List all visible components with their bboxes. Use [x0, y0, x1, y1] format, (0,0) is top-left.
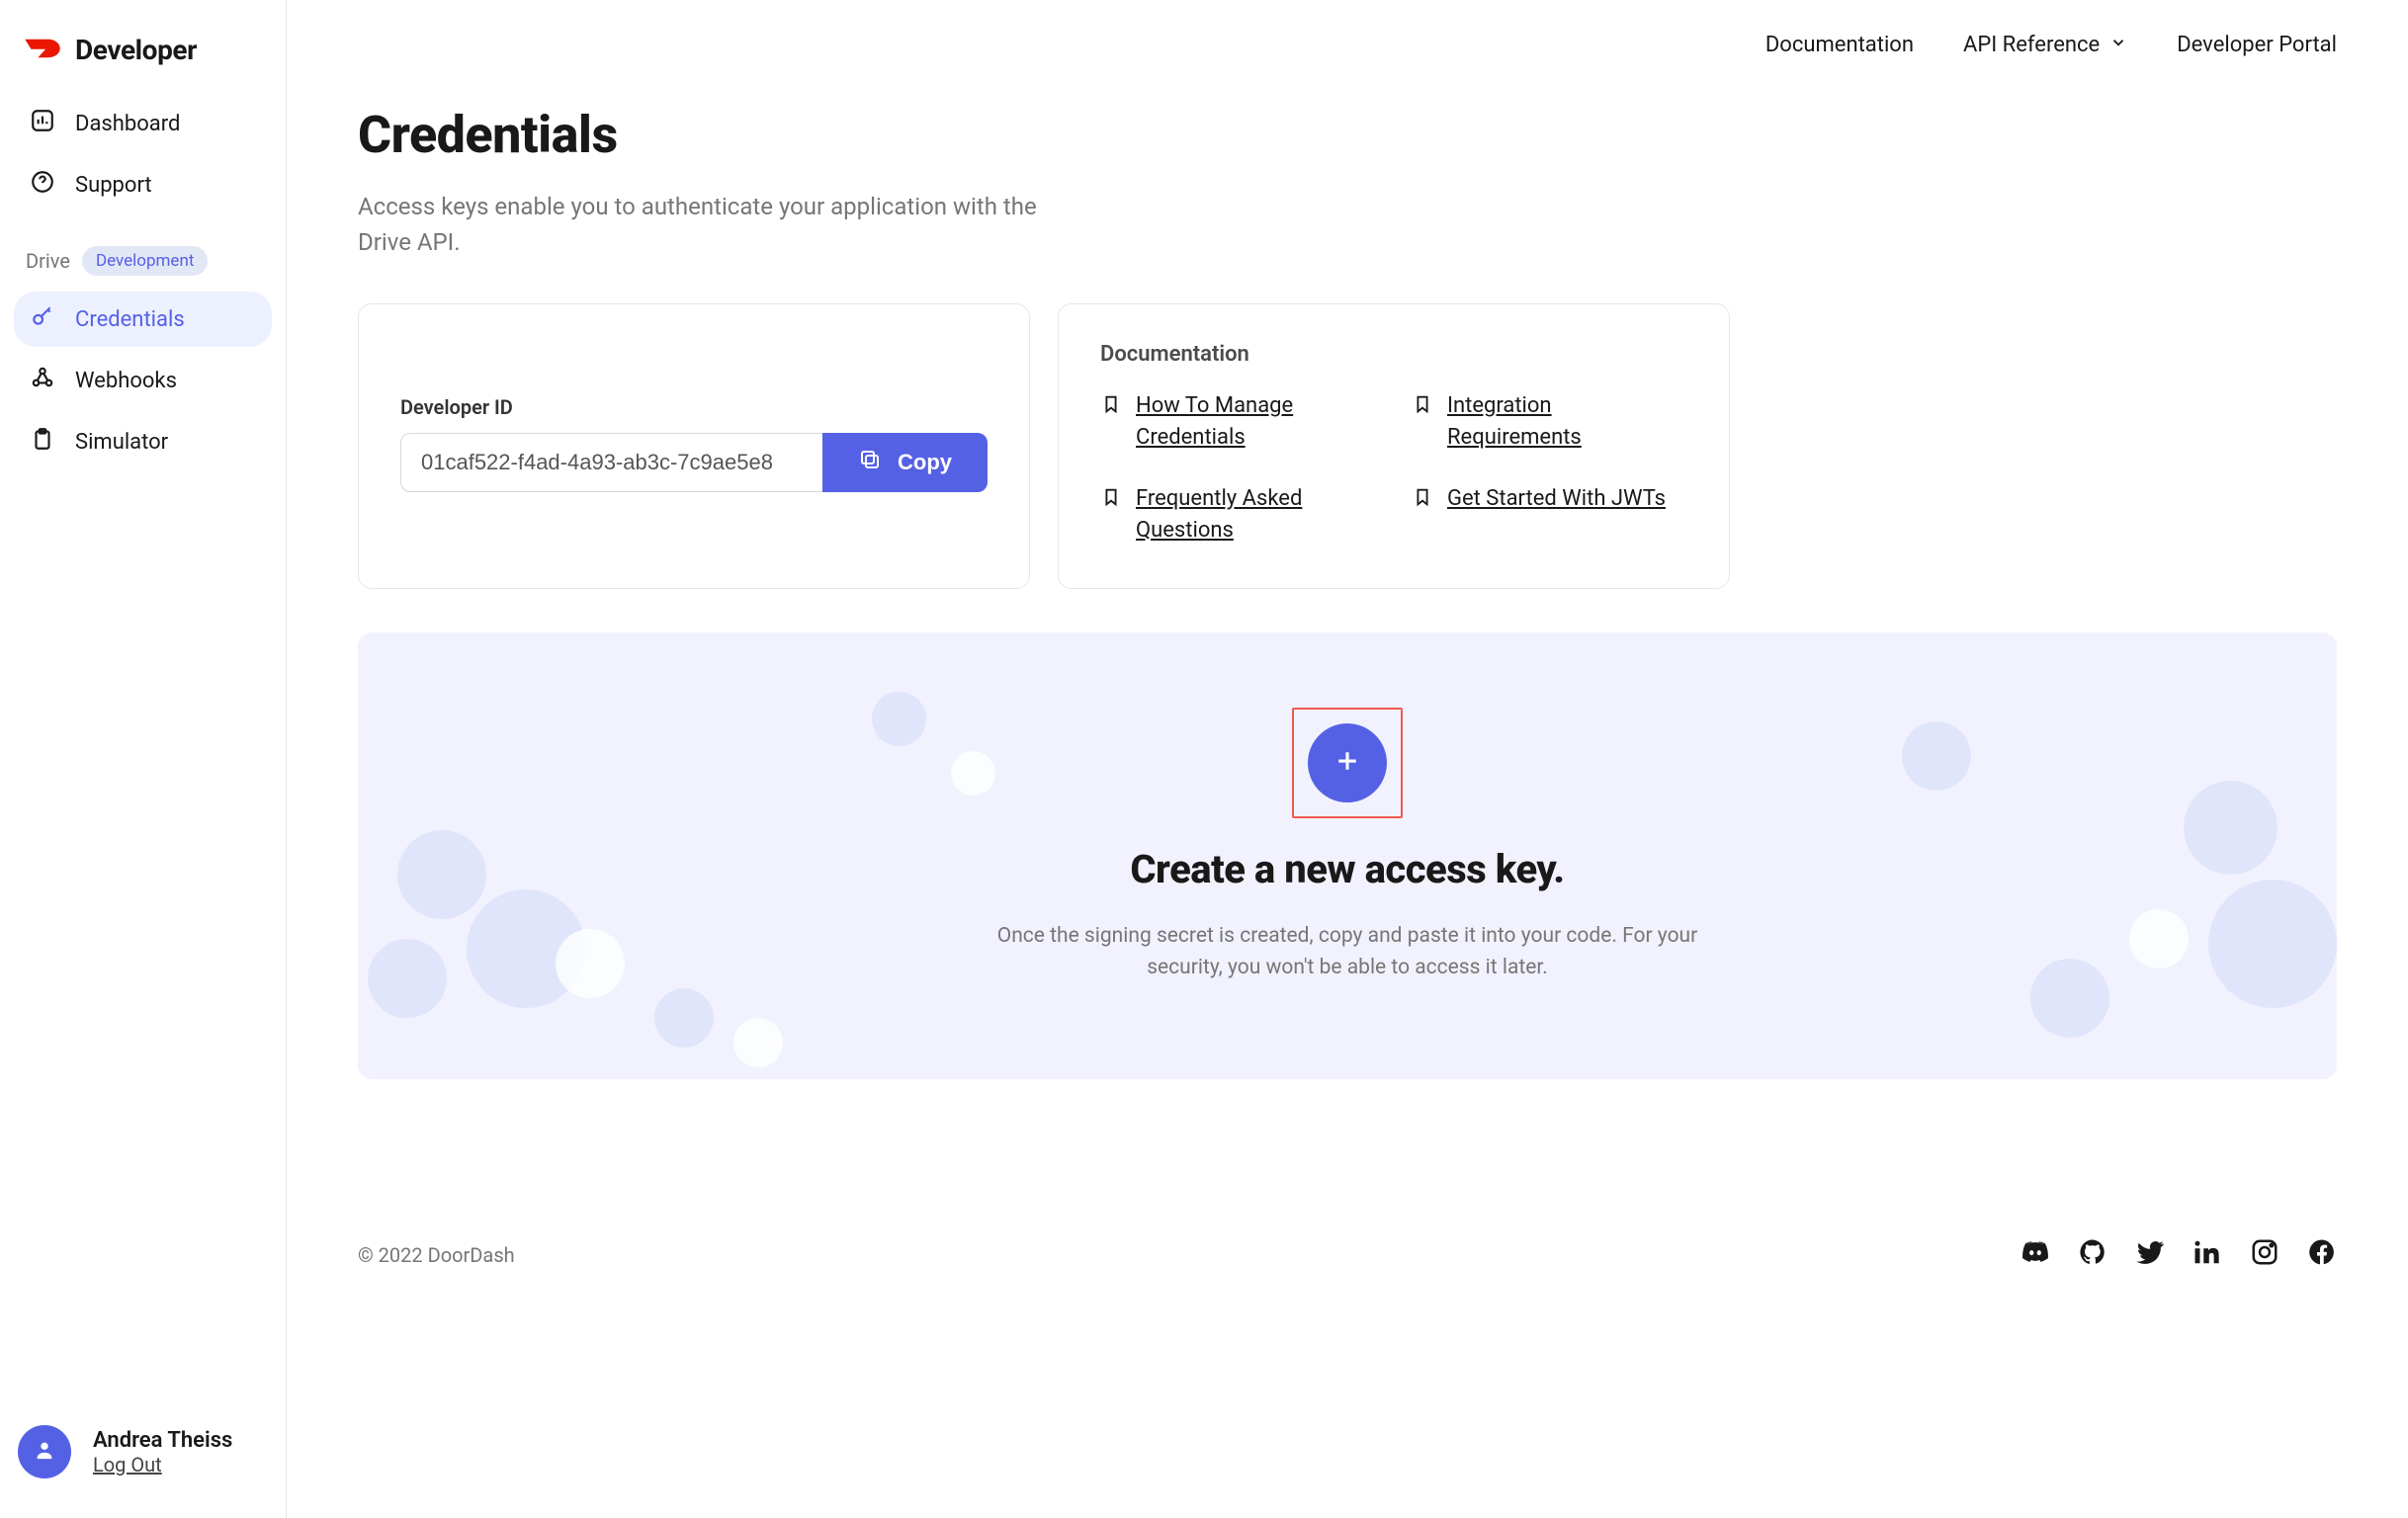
- footer: © 2022 DoorDash: [358, 1237, 2337, 1267]
- twitter-icon[interactable]: [2135, 1237, 2165, 1267]
- documentation-card: Documentation How To Manage Credentials …: [1058, 303, 1730, 589]
- copy-label: Copy: [898, 450, 952, 475]
- sidebar-item-dashboard[interactable]: Dashboard: [14, 96, 272, 151]
- plus-icon: [1333, 746, 1362, 780]
- sidebar-item-simulator[interactable]: Simulator: [14, 414, 272, 469]
- create-subtitle: Once the signing secret is created, copy…: [972, 920, 1723, 984]
- bookmark-icon: [1100, 483, 1122, 512]
- sidebar-item-webhooks[interactable]: Webhooks: [14, 353, 272, 408]
- create-access-key-button[interactable]: [1308, 723, 1387, 802]
- copy-icon: [858, 448, 882, 477]
- linkedin-icon[interactable]: [2193, 1237, 2222, 1267]
- primary-nav: Dashboard Support Drive Development Cred…: [14, 96, 272, 469]
- doordash-logo-icon: [24, 39, 61, 62]
- sidebar-item-credentials[interactable]: Credentials: [14, 292, 272, 347]
- topnav-label: Documentation: [1765, 33, 1914, 57]
- developer-id-card: Developer ID Copy: [358, 303, 1030, 589]
- person-icon: [34, 1439, 55, 1465]
- user-name: Andrea Theiss: [93, 1428, 232, 1453]
- sidebar: Developer Dashboard Support Drive Develo…: [0, 0, 287, 1518]
- page-subtitle: Access keys enable you to authenticate y…: [358, 189, 1070, 260]
- instagram-icon[interactable]: [2250, 1237, 2279, 1267]
- cards-row: Developer ID Copy Documentation How To M…: [358, 303, 2337, 589]
- top-nav: Documentation API Reference Developer Po…: [358, 0, 2337, 89]
- main-content: Documentation API Reference Developer Po…: [287, 0, 2408, 1518]
- topnav-label: API Reference: [1963, 33, 2100, 57]
- section-label: Drive: [26, 249, 70, 273]
- social-links: [2021, 1237, 2337, 1267]
- doc-link-faq: Frequently Asked Questions: [1100, 483, 1376, 547]
- developer-id-input[interactable]: [400, 433, 822, 492]
- chart-bar-icon: [30, 108, 55, 139]
- copy-button[interactable]: Copy: [822, 433, 988, 492]
- facebook-icon[interactable]: [2307, 1237, 2337, 1267]
- doc-link-integration-requirements: Integration Requirements: [1412, 390, 1687, 454]
- doc-link-jwts: Get Started With JWTs: [1412, 483, 1687, 547]
- sidebar-item-label: Webhooks: [75, 369, 177, 393]
- create-access-key-panel: Create a new access key. Once the signin…: [358, 632, 2337, 1079]
- github-icon[interactable]: [2078, 1237, 2107, 1267]
- topnav-developer-portal[interactable]: Developer Portal: [2177, 33, 2337, 57]
- docs-card-title: Documentation: [1100, 342, 1687, 367]
- chevron-down-icon: [2109, 33, 2127, 57]
- sidebar-footer: Andrea Theiss Log Out: [14, 1413, 272, 1490]
- logout-link[interactable]: Log Out: [93, 1453, 162, 1476]
- doc-link-text[interactable]: How To Manage Credentials: [1136, 390, 1376, 454]
- sidebar-item-label: Dashboard: [75, 112, 180, 136]
- topnav-label: Developer Portal: [2177, 33, 2337, 57]
- doc-link-text[interactable]: Frequently Asked Questions: [1136, 483, 1376, 547]
- question-circle-icon: [30, 169, 55, 201]
- bookmark-icon: [1412, 483, 1433, 512]
- doc-link-text[interactable]: Integration Requirements: [1447, 390, 1687, 454]
- clipboard-icon: [30, 426, 55, 458]
- sidebar-section-drive: Drive Development: [14, 242, 272, 286]
- copyright: © 2022 DoorDash: [358, 1243, 515, 1267]
- environment-badge[interactable]: Development: [82, 246, 208, 276]
- logo[interactable]: Developer: [14, 20, 272, 96]
- bookmark-icon: [1412, 390, 1433, 419]
- doc-link-text[interactable]: Get Started With JWTs: [1447, 483, 1666, 515]
- key-icon: [30, 303, 55, 335]
- topnav-api-reference[interactable]: API Reference: [1963, 33, 2127, 57]
- sidebar-item-label: Simulator: [75, 430, 168, 455]
- create-title: Create a new access key.: [1130, 846, 1564, 892]
- docs-links-grid: How To Manage Credentials Integration Re…: [1100, 390, 1687, 547]
- topnav-documentation[interactable]: Documentation: [1765, 33, 1914, 57]
- sidebar-item-label: Credentials: [75, 307, 185, 332]
- doc-link-manage-credentials: How To Manage Credentials: [1100, 390, 1376, 454]
- discord-icon[interactable]: [2021, 1237, 2050, 1267]
- sidebar-item-support[interactable]: Support: [14, 157, 272, 212]
- user-meta: Andrea Theiss Log Out: [93, 1428, 232, 1476]
- webhook-icon: [30, 365, 55, 396]
- sidebar-item-label: Support: [75, 173, 152, 198]
- create-key-highlight-box: [1292, 708, 1403, 818]
- page-title: Credentials: [358, 105, 2337, 165]
- user-avatar[interactable]: [18, 1425, 71, 1478]
- developer-id-label: Developer ID: [400, 395, 988, 419]
- developer-id-row: Copy: [400, 433, 988, 492]
- bookmark-icon: [1100, 390, 1122, 419]
- brand-name: Developer: [75, 34, 197, 66]
